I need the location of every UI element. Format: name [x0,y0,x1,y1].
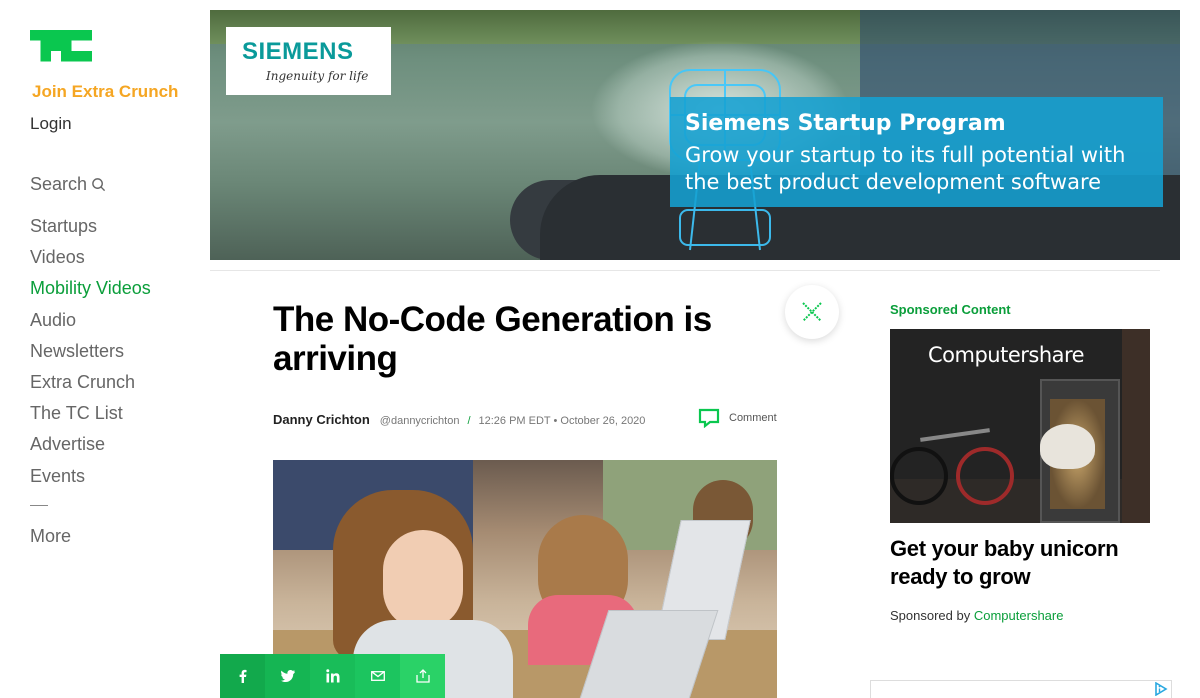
banner-promo-line1: Grow your startup to its full potential … [685,143,1126,167]
share-icon [415,669,430,683]
nav-item-extra-crunch[interactable]: Extra Crunch [30,370,151,401]
sponsored-image-bike-wheel-front [956,447,1014,505]
facebook-share-button[interactable] [220,654,265,698]
sponsored-title[interactable]: Get your baby unicorn ready to grow [890,535,1150,591]
comment-icon [698,408,720,428]
sponsored-image-bike-wheel-back [890,447,948,505]
nav-item-the-tc-list[interactable]: The TC List [30,401,151,432]
sponsored-image-bike-frame [920,428,990,442]
facebook-icon [239,669,246,683]
sponsored-image-unicorn [1040,424,1095,469]
article-byline: Danny Crichton @dannycrichton / 12:26 PM… [273,412,645,427]
computershare-logo: Computershare [928,343,1085,367]
siemens-brand-text: SIEMENS [242,38,354,65]
more-share-button[interactable] [400,654,445,698]
close-button[interactable] [785,285,839,339]
banner-promo-text: Grow your startup to its full potential … [685,142,1163,196]
sponsor-link[interactable]: Computershare [974,608,1064,623]
author-name[interactable]: Danny Crichton [273,412,370,427]
nav-list: Startups Videos Mobility Videos Audio Newsle… [30,214,151,495]
login-link[interactable]: Login [30,114,72,134]
sponsored-by: Sponsored by Computershare [890,608,1063,623]
linkedin-share-button[interactable] [310,654,355,698]
siemens-logo: SIEMENS Ingenuity for life [226,27,391,95]
nav-item-mobility-videos[interactable]: Mobility Videos [30,276,151,307]
sponsored-image-person [1122,329,1150,523]
search-label: Search [30,174,88,194]
nav-divider [30,505,48,506]
banner-promo-title: Siemens Startup Program [685,111,1006,136]
sidebar: Join Extra Crunch Login Search Startups V… [0,0,200,698]
article-timestamp: 12:26 PM EDT • October 26, 2020 [478,415,646,427]
author-handle[interactable]: @dannycrichton [380,415,460,427]
nav-item-newsletters[interactable]: Newsletters [30,339,151,370]
more-link[interactable]: More [30,526,71,547]
nav-item-startups[interactable]: Startups [30,214,151,245]
siemens-slogan: Ingenuity for life [266,69,369,83]
email-share-button[interactable] [355,654,400,698]
join-extra-crunch-link[interactable]: Join Extra Crunch [32,82,178,102]
close-icon [802,302,822,322]
banner-promo-box: Siemens Startup Program Grow your startu… [670,97,1163,207]
nav-item-events[interactable]: Events [30,464,151,495]
sponsored-by-prefix: Sponsored by [890,608,971,623]
comment-label: Comment [729,412,777,424]
sponsored-content-label: Sponsored Content [890,302,1011,317]
search-button[interactable]: Search [30,174,106,195]
comment-button[interactable]: Comment [698,408,777,428]
bottom-ad-slot[interactable] [870,680,1172,698]
hero-child-front-face [383,530,463,630]
twitter-icon [280,670,295,682]
email-icon [370,671,385,681]
banner-divider [210,270,1160,271]
nav-item-videos[interactable]: Videos [30,245,151,276]
techcrunch-logo[interactable] [30,30,92,62]
share-bar [220,654,445,698]
adchoices-icon[interactable] [1154,682,1168,696]
byline-separator: / [467,415,471,427]
nav-item-advertise[interactable]: Advertise [30,432,151,463]
nav-item-audio[interactable]: Audio [30,308,151,339]
search-icon [92,178,106,192]
linkedin-icon [325,669,339,683]
twitter-share-button[interactable] [265,654,310,698]
siemens-banner-ad[interactable]: SIEMENS Ingenuity for life Siemens Start… [210,10,1180,260]
article-headline: The No-Code Generation is arriving [273,300,712,378]
sponsored-image[interactable]: Computershare [890,329,1150,523]
banner-promo-line2: the best product development software [685,170,1102,194]
